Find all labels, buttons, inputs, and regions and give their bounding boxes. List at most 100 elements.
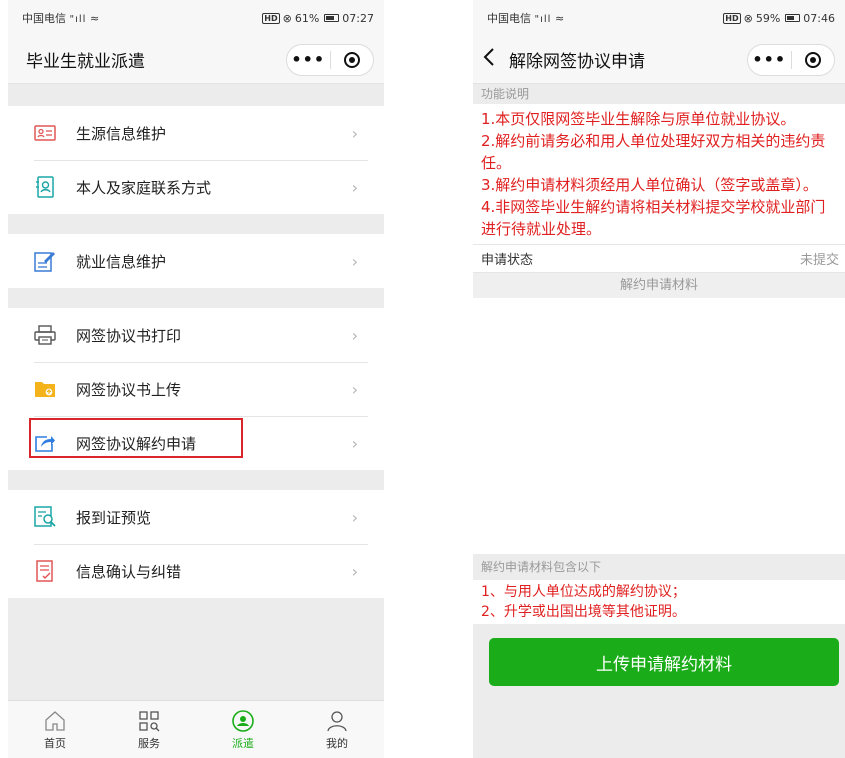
menu-item-label: 网签协议解约申请 (76, 434, 197, 453)
chevron-right-icon: › (351, 507, 358, 527)
menu-group-agreement: 网签协议书打印 › 网签协议书上传 › 网签协议解约申请 › (8, 308, 384, 470)
clock: 07:27 (342, 11, 374, 25)
menu-group-employment: 就业信息维护 › (8, 234, 384, 288)
hd-icon: HD (262, 12, 280, 24)
page-title: 毕业生就业派遣 (26, 52, 145, 72)
tab-home[interactable]: 首页 (8, 701, 102, 758)
section-label: 功能说明 (481, 87, 530, 101)
chevron-right-icon: › (351, 561, 358, 581)
description-line: 1.本页仅限网签毕业生解除与原单位就业协议。 (481, 110, 796, 128)
miniapp-capsule: ••• (286, 43, 374, 76)
menu-item-label: 本人及家庭联系方式 (76, 178, 212, 197)
nav-bar: 毕业生就业派遣 ••• (8, 36, 384, 84)
materials-list: 1、与用人单位达成的解约协议； 2、升学或出国出境等其他证明。 (473, 580, 845, 624)
materials-header: 解约申请材料 (473, 272, 845, 298)
menu-item-label: 网签协议书打印 (76, 326, 182, 345)
battery-percent: 61% (294, 11, 320, 25)
status-label: 申请状态 (481, 253, 534, 268)
page-title: 解除网签协议申请 (509, 52, 645, 72)
clock: 07:46 (803, 11, 835, 25)
menu-item-confirm-info[interactable]: 信息确认与纠错 › (8, 544, 384, 598)
menu-item-contact[interactable]: 本人及家庭联系方式 › (8, 160, 384, 214)
upload-materials-button[interactable]: 上传申请解约材料 (489, 638, 839, 686)
signal-icon: "ıll (534, 14, 552, 25)
status-bar: 中国电信 "ıll ≈ HD ⊗ 59% 07:46 (473, 0, 845, 36)
materials-area (473, 298, 845, 554)
tab-label: 首页 (44, 736, 66, 750)
target-icon (343, 51, 360, 68)
tab-mine[interactable]: 我的 (290, 701, 384, 758)
function-description: 1.本页仅限网签毕业生解除与原单位就业协议。 2.解约前请务必和用人单位处理好双… (473, 104, 845, 244)
tab-label: 我的 (326, 736, 348, 750)
button-wrapper: 上传申请解约材料 (473, 624, 845, 686)
status-value: 未提交 (799, 253, 839, 268)
menu-item-terminate-agreement[interactable]: 网签协议解约申请 › (8, 416, 384, 470)
vibrate-icon: ⊗ (743, 11, 753, 25)
status-bar: 中国电信 "ıll ≈ HD ⊗ 61% 07:27 (8, 0, 384, 36)
tab-label: 派遣 (232, 736, 254, 750)
menu-item-report-preview[interactable]: 报到证预览 › (8, 490, 384, 544)
tab-service[interactable]: 服务 (102, 701, 196, 758)
menu-item-label: 报到证预览 (76, 508, 152, 527)
contact-icon (34, 176, 56, 198)
menu-item-upload-agreement[interactable]: 网签协议书上传 › (8, 362, 384, 416)
back-button[interactable] (483, 47, 495, 72)
menu-item-label: 网签协议书上传 (76, 380, 182, 399)
battery-icon (324, 14, 340, 22)
carrier-label: 中国电信 (22, 12, 66, 25)
menu-item-employment-info[interactable]: 就业信息维护 › (8, 234, 384, 288)
menu-item-label: 就业信息维护 (76, 252, 167, 271)
close-miniapp-button[interactable] (792, 51, 835, 68)
target-icon (804, 51, 821, 68)
right-phone-screen: 中国电信 "ıll ≈ HD ⊗ 59% 07:46 解除网签协议申请 ••• … (473, 0, 845, 758)
chevron-right-icon: › (351, 251, 358, 271)
home-icon (43, 709, 67, 733)
materials-label: 解约申请材料包含以下 (473, 554, 845, 580)
checklist-icon (34, 560, 56, 582)
hd-icon: HD (723, 12, 741, 24)
menu-item-label: 信息确认与纠错 (76, 562, 182, 581)
folder-upload-icon (34, 378, 56, 400)
description-line: 3.解约申请材料须经用人单位确认（签字或盖章）。 (481, 176, 818, 194)
signal-icon: "ıll (69, 14, 87, 25)
tab-bar: 首页 服务 派遣 我的 (8, 700, 384, 758)
battery-percent: 59% (755, 11, 781, 25)
preview-icon (34, 506, 56, 528)
left-phone-screen: 中国电信 "ıll ≈ HD ⊗ 61% 07:27 毕业生就业派遣 ••• 生… (8, 0, 384, 758)
chevron-left-icon (483, 48, 494, 66)
chevron-right-icon: › (351, 433, 358, 453)
nav-bar: 解除网签协议申请 ••• (473, 36, 845, 84)
share-export-icon (34, 432, 56, 454)
tab-label: 服务 (138, 736, 160, 750)
menu-group-report: 报到证预览 › 信息确认与纠错 › (8, 490, 384, 598)
chevron-right-icon: › (351, 379, 358, 399)
menu-item-source-info[interactable]: 生源信息维护 › (8, 106, 384, 160)
dispatch-icon (231, 709, 255, 733)
edit-document-icon (34, 250, 56, 272)
battery-icon (785, 14, 801, 22)
description-line: 4.非网签毕业生解约请将相关材料提交学校就业部门进行待就业处理。 (481, 198, 826, 238)
more-menu-button[interactable]: ••• (287, 50, 330, 69)
vibrate-icon: ⊗ (282, 11, 292, 25)
chevron-right-icon: › (351, 177, 358, 197)
menu-item-label: 生源信息维护 (76, 124, 167, 143)
materials-line: 1、与用人单位达成的解约协议； (481, 584, 686, 600)
close-miniapp-button[interactable] (331, 51, 374, 68)
chevron-right-icon: › (351, 123, 358, 143)
materials-line: 2、升学或出国出境等其他证明。 (481, 604, 686, 620)
id-card-icon (34, 122, 56, 144)
menu-group-profile: 生源信息维护 › 本人及家庭联系方式 › (8, 106, 384, 214)
printer-icon (34, 324, 56, 346)
more-menu-button[interactable]: ••• (748, 50, 791, 69)
tab-dispatch[interactable]: 派遣 (196, 701, 290, 758)
user-icon (325, 709, 349, 733)
wifi-icon: ≈ (89, 12, 100, 25)
miniapp-capsule: ••• (747, 43, 835, 76)
application-status-row: 申请状态 未提交 (473, 244, 845, 272)
wifi-icon: ≈ (554, 12, 565, 25)
description-line: 2.解约前请务必和用人单位处理好双方相关的违约责任。 (481, 132, 826, 172)
carrier-label: 中国电信 (487, 12, 531, 25)
grid-icon (137, 709, 161, 733)
chevron-right-icon: › (351, 325, 358, 345)
menu-item-print-agreement[interactable]: 网签协议书打印 › (8, 308, 384, 362)
